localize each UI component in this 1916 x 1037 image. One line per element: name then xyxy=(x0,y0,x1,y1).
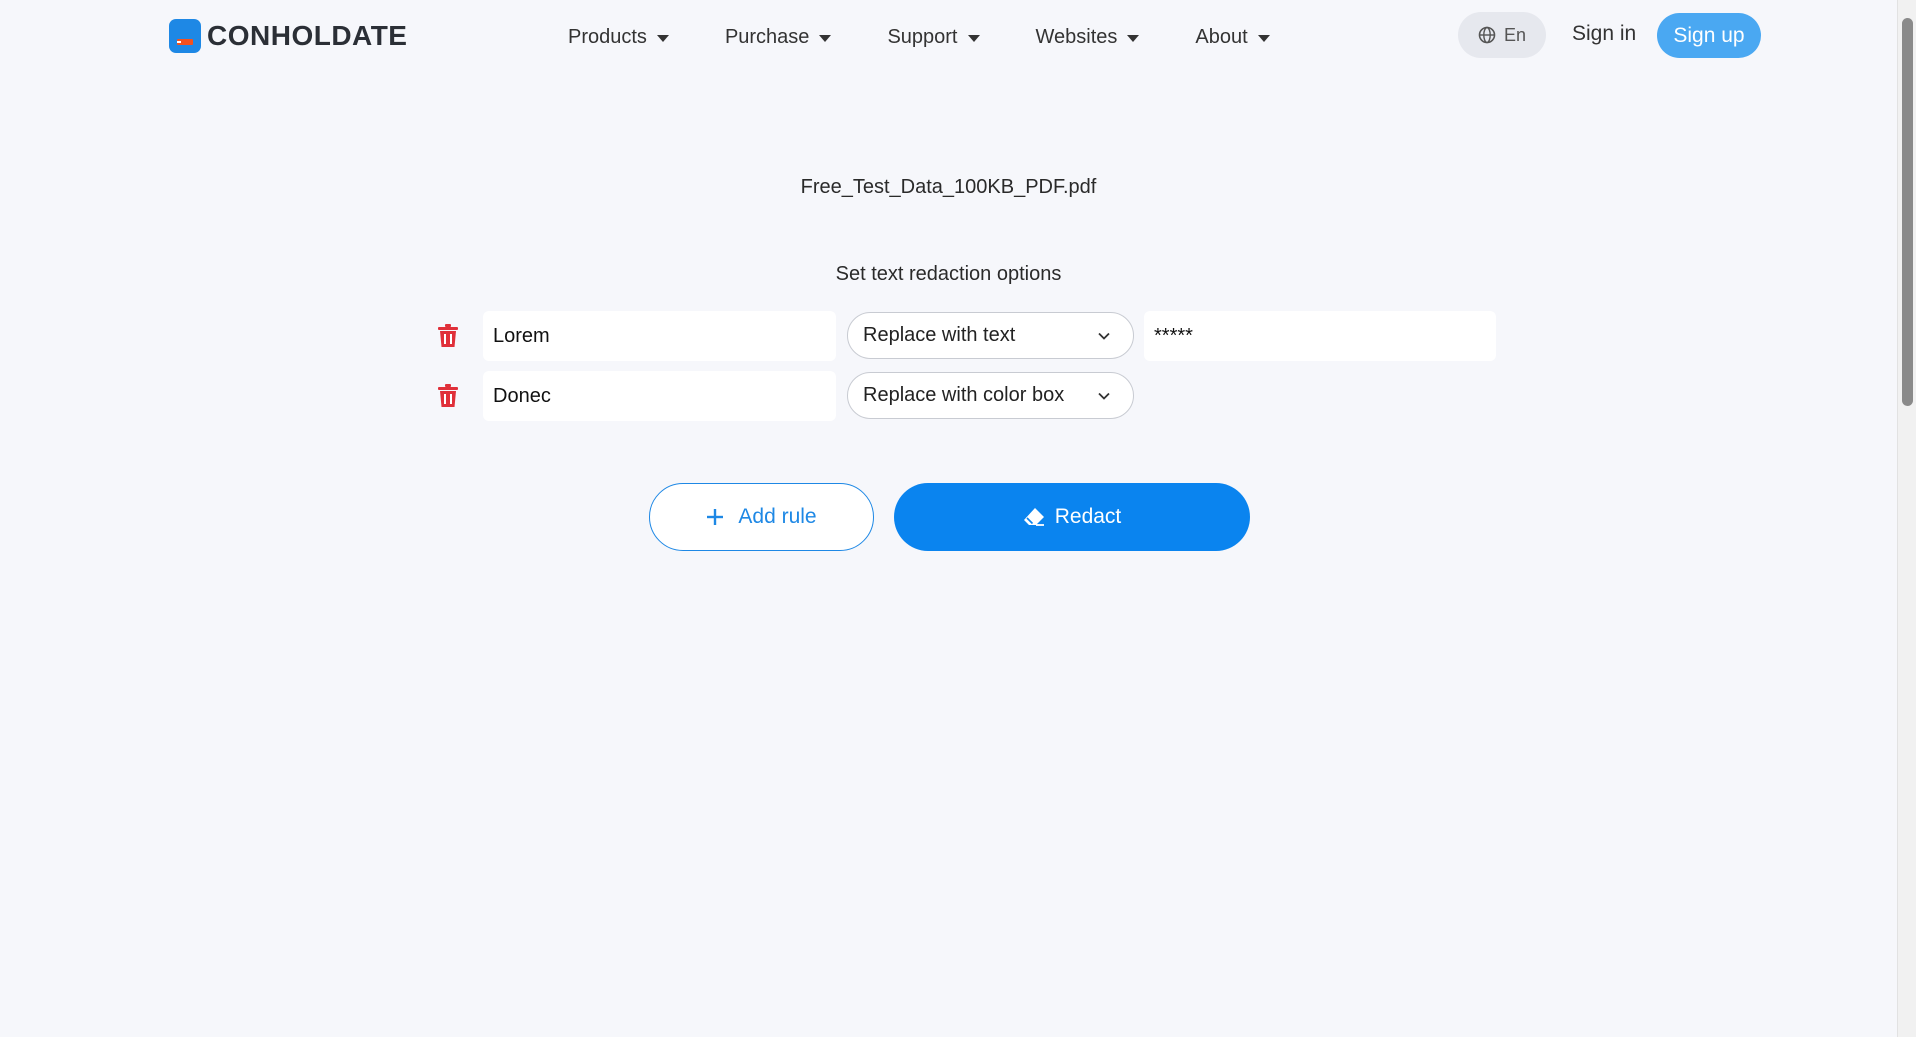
language-label: En xyxy=(1503,24,1527,45)
chevron-down-icon xyxy=(1098,332,1110,340)
rule-row: Lorem Replace with text ***** xyxy=(0,311,1897,361)
caret-down-icon xyxy=(967,34,980,42)
main-nav: Products Purchase Support Websites About xyxy=(568,22,1270,52)
plus-icon xyxy=(707,509,724,525)
nav-about[interactable]: About xyxy=(1195,22,1270,52)
file-name: Free_Test_Data_100KB_PDF.pdf xyxy=(800,176,1097,198)
sign-up-button[interactable]: Sign up xyxy=(1657,13,1761,58)
search-text-input[interactable]: Lorem xyxy=(483,311,836,361)
caret-down-icon xyxy=(1257,34,1270,42)
caret-down-icon xyxy=(1127,34,1140,42)
eraser-icon xyxy=(1023,508,1044,526)
globe-icon xyxy=(1478,26,1496,44)
replacement-text-input[interactable]: ***** xyxy=(1144,311,1496,361)
nav-products-label: Products xyxy=(568,25,647,48)
add-rule-label: Add rule xyxy=(738,505,817,528)
nav-purchase[interactable]: Purchase xyxy=(725,22,832,52)
search-text-input[interactable]: Donec xyxy=(483,371,836,421)
logo[interactable]: CONHOLDATE xyxy=(169,19,407,53)
action-select[interactable]: Replace with color box xyxy=(847,372,1134,419)
sign-in-link[interactable]: Sign in xyxy=(1572,22,1636,46)
scrollbar-thumb[interactable] xyxy=(1902,18,1913,406)
redact-button[interactable]: Redact xyxy=(894,483,1250,551)
action-select-value: Replace with color box xyxy=(863,384,1065,406)
options-title: Set text redaction options xyxy=(835,263,1062,285)
language-button[interactable]: En xyxy=(1458,12,1546,58)
chevron-down-icon xyxy=(1098,392,1110,400)
add-rule-button[interactable]: Add rule xyxy=(649,483,874,551)
nav-purchase-label: Purchase xyxy=(724,25,810,48)
nav-support[interactable]: Support xyxy=(887,22,980,52)
trash-icon[interactable] xyxy=(437,384,459,408)
redact-label: Redact xyxy=(1054,505,1122,528)
action-select[interactable]: Replace with text xyxy=(847,312,1134,359)
logo-icon xyxy=(169,19,201,53)
caret-down-icon xyxy=(819,34,832,42)
caret-down-icon xyxy=(656,34,669,42)
page-scrollbar[interactable] xyxy=(1897,0,1916,1037)
nav-websites[interactable]: Websites xyxy=(1036,22,1140,52)
nav-websites-label: Websites xyxy=(1035,25,1118,48)
nav-support-label: Support xyxy=(887,25,958,48)
site-header: CONHOLDATE Products Purchase Support Web… xyxy=(0,0,1897,72)
trash-icon[interactable] xyxy=(437,324,459,348)
nav-products[interactable]: Products xyxy=(568,22,669,52)
rule-row: Donec Replace with color box xyxy=(0,371,1897,421)
nav-about-label: About xyxy=(1195,25,1248,48)
action-select-value: Replace with text xyxy=(863,324,1016,346)
brand-name: CONHOLDATE xyxy=(207,20,408,51)
